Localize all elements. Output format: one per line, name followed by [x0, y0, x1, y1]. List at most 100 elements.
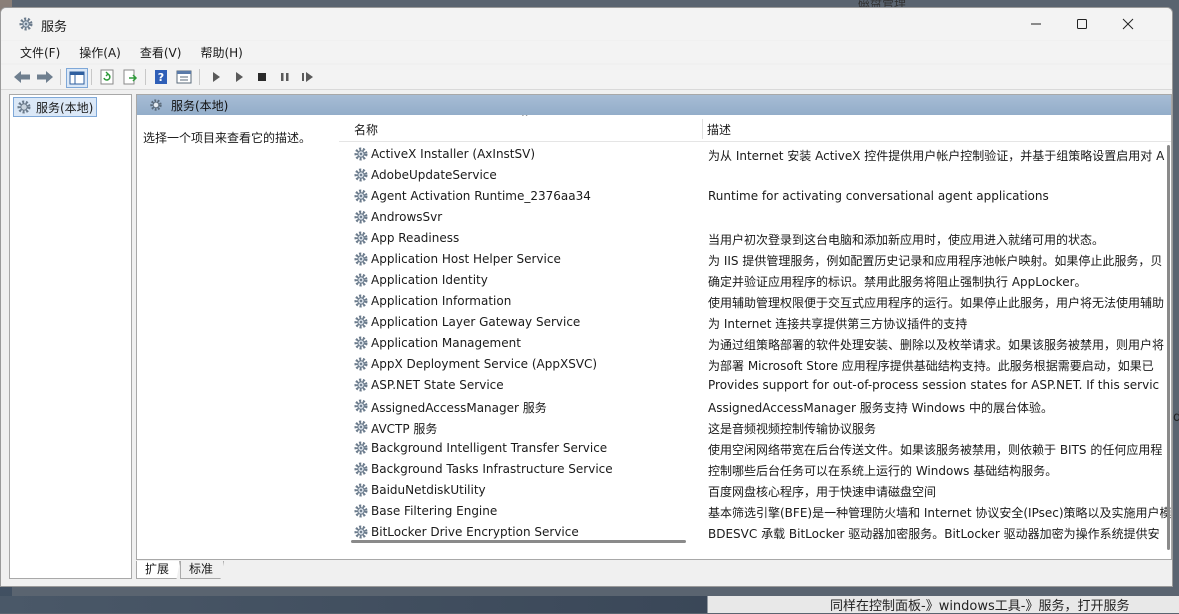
back-icon [14, 71, 30, 83]
close-button[interactable] [1105, 8, 1151, 40]
table-row[interactable]: AssignedAccessManager 服务 AssignedAccessMa… [339, 396, 1171, 417]
menu-help[interactable]: 帮助(H) [188, 44, 249, 61]
service-description: 这是音频视频控制传输协议服务 [708, 422, 877, 436]
tree-node-local-services[interactable]: 服务(本地) [13, 97, 98, 117]
title-bar[interactable]: 服务 [1, 8, 1172, 40]
start-service-alt-button[interactable] [230, 68, 248, 86]
service-name: ASP.NET State Service [371, 378, 504, 392]
column-header-description[interactable]: 描述 [707, 121, 731, 138]
vertical-scrollbar[interactable] [1162, 145, 1170, 550]
table-row[interactable]: AdobeUpdateService [339, 165, 1171, 186]
export-list-icon [123, 69, 138, 85]
stop-service-button[interactable] [253, 68, 271, 86]
properties-icon [176, 70, 192, 84]
table-row[interactable]: Background Tasks Infrastructure Service 控… [339, 459, 1171, 480]
table-row[interactable]: App Readiness 当用户初次登录到这台电脑和添加新应用时，使应用进入就绪… [339, 228, 1171, 249]
service-description: Runtime for activating conversational ag… [708, 189, 1049, 203]
service-gear-icon [353, 251, 369, 267]
service-name: Application Host Helper Service [371, 252, 561, 266]
menu-view[interactable]: 查看(V) [128, 44, 189, 61]
table-row[interactable]: Application Host Helper Service 为 IIS 提供管… [339, 249, 1171, 270]
maximize-icon [1077, 19, 1087, 29]
table-row[interactable]: Agent Activation Runtime_2376aa34 Runtime… [339, 186, 1171, 207]
services-list: ^ 名称 描述 ActiveX Installer (AxInstSV) 为从 I… [339, 115, 1171, 559]
restart-service-icon [302, 72, 313, 82]
service-name: Application Identity [371, 273, 488, 287]
svg-text:?: ? [158, 71, 164, 84]
table-row[interactable]: ActiveX Installer (AxInstSV) 为从 Internet … [339, 144, 1171, 165]
service-name: Background Tasks Infrastructure Service [371, 462, 613, 476]
service-name: BitLocker Drive Encryption Service [371, 525, 579, 539]
service-gear-icon [353, 356, 369, 372]
help-button[interactable]: ? [152, 68, 170, 86]
show-hide-console-tree-icon [69, 71, 85, 85]
tree-node-label: 服务(本地) [36, 100, 94, 115]
close-icon [1122, 18, 1134, 30]
service-description: 使用辅助管理权限便于交互式应用程序的运行。如果停止此服务，用户将无法使用辅助 [708, 296, 1165, 310]
menu-action[interactable]: 操作(A) [67, 44, 128, 61]
services-gear-icon [19, 17, 33, 31]
sort-ascending-icon: ^ [521, 115, 529, 123]
toolbar: ? [1, 65, 1172, 90]
maximize-button[interactable] [1059, 8, 1105, 40]
service-gear-icon [353, 461, 369, 477]
restart-service-button[interactable] [299, 68, 317, 86]
services-gear-icon [17, 100, 31, 114]
service-name: Application Layer Gateway Service [371, 315, 581, 329]
table-row[interactable]: AVCTP 服务 这是音频视频控制传输协议服务 [339, 417, 1171, 438]
table-row[interactable]: ASP.NET State Service Provides support fo… [339, 375, 1171, 396]
service-name: Application Management [371, 336, 521, 350]
services-gear-icon [150, 99, 162, 111]
service-gear-icon [353, 440, 369, 456]
menu-bar: 文件(F) 操作(A) 查看(V) 帮助(H) [1, 41, 1172, 63]
properties-button[interactable] [175, 68, 193, 86]
stop-service-icon [258, 73, 266, 81]
minimize-button[interactable] [1013, 8, 1059, 40]
table-row[interactable]: Application Information 使用辅助管理权限便于交互式应用程序… [339, 291, 1171, 312]
service-name: ActiveX Installer (AxInstSV) [371, 147, 536, 161]
forward-button[interactable] [36, 68, 54, 86]
export-list-button[interactable] [121, 68, 139, 86]
service-gear-icon [353, 209, 369, 225]
table-row[interactable]: Background Intelligent Transfer Service 使… [339, 438, 1171, 459]
services-window: 服务 文件(F) 操作(A) 查看(V) 帮助(H) ? 服务(本地) 服务(本… [0, 7, 1173, 587]
service-name: AVCTP 服务 [371, 422, 438, 436]
service-description: 为 Internet 连接共享提供第三方协议插件的支持 [708, 317, 968, 331]
service-gear-icon [353, 419, 369, 435]
tab-extended[interactable]: 扩展 [136, 561, 181, 579]
forward-icon [37, 71, 53, 83]
service-description: Provides support for out-of-process sess… [708, 378, 1160, 392]
back-button[interactable] [13, 68, 31, 86]
service-gear-icon [353, 377, 369, 393]
start-service-button[interactable] [207, 68, 225, 86]
services-main-pane: 服务(本地) 选择一个项目来查看它的描述。 ^ 名称 描述 ActiveX In… [136, 94, 1172, 560]
view-tabs: 扩展 标准 [136, 561, 225, 579]
table-row[interactable]: Application Layer Gateway Service 为 Inter… [339, 312, 1171, 333]
table-row[interactable]: Base Filtering Engine 基本筛选引擎(BFE)是一种管理防火墙… [339, 501, 1171, 522]
menu-file[interactable]: 文件(F) [1, 44, 67, 61]
table-row[interactable]: AndrowsSvr [339, 207, 1171, 228]
service-gear-icon [353, 335, 369, 351]
service-name: AssignedAccessManager 服务 [371, 401, 547, 415]
show-hide-console-tree-button[interactable] [66, 68, 88, 88]
table-row[interactable]: Application Management 为通过组策略部署的软件处理安装、删除… [339, 333, 1171, 354]
column-header-name[interactable]: 名称 [354, 121, 378, 138]
refresh-button[interactable] [98, 68, 116, 86]
service-gear-icon [353, 524, 369, 540]
table-row[interactable]: Application Identity 确定并验证应用程序的标识。禁用此服务将阻… [339, 270, 1171, 291]
column-divider[interactable] [702, 119, 703, 139]
help-icon: ? [155, 70, 167, 84]
background-text-fragment: d [1173, 410, 1179, 425]
pause-service-button[interactable] [276, 68, 294, 86]
service-gear-icon [353, 398, 369, 414]
service-name: BaiduNetdiskUtility [371, 483, 486, 497]
horizontal-scrollbar-thumb[interactable] [351, 540, 686, 543]
service-description: 为部署 Microsoft Store 应用程序提供基础结构支持。此服务根据需要… [708, 359, 1154, 373]
tab-standard[interactable]: 标准 [180, 561, 225, 579]
service-description: 使用空闲网络带宽在后台传送文件。如果该服务被禁用，则依赖于 BITS 的任何应用… [708, 443, 1163, 457]
window-title: 服务 [41, 20, 68, 35]
table-row[interactable]: AppX Deployment Service (AppXSVC) 为部署 Mic… [339, 354, 1171, 375]
table-row[interactable]: BaiduNetdiskUtility 百度网盘核心程序，用于快速申请磁盘空间 [339, 480, 1171, 501]
services-rows: ActiveX Installer (AxInstSV) 为从 Internet … [339, 144, 1171, 543]
vertical-scrollbar-thumb[interactable] [1167, 145, 1170, 550]
